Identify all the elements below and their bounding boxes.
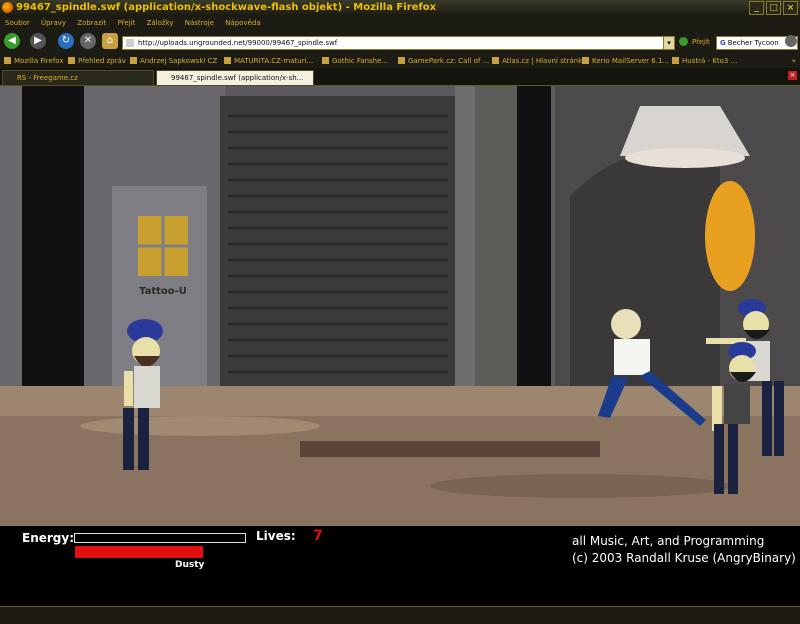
- garage-shutter: [220, 96, 455, 386]
- credits-line-2: (c) 2003 Randall Kruse (AngryBinary): [572, 551, 796, 565]
- energy-label: Energy:: [22, 531, 75, 545]
- dark-doorway: [22, 86, 84, 386]
- bookmark-item[interactable]: Kerio MailServer 6.1...: [582, 54, 669, 68]
- dark-doorway: [517, 86, 551, 386]
- menu-item-go[interactable]: Přejít: [118, 19, 136, 27]
- menu-item-help[interactable]: Nápověda: [225, 19, 260, 27]
- bookmark-icon: [4, 57, 11, 64]
- lives-count: 7: [313, 528, 323, 544]
- tab-freegame[interactable]: RS - Freegame.cz: [2, 70, 154, 86]
- search-value: Becher Tycoon: [727, 39, 779, 47]
- tab-spindle[interactable]: 99467_spindle.swf (application/x-sh...: [156, 70, 314, 86]
- bookmark-icon: [224, 57, 231, 64]
- enemy-health-bar: [75, 546, 203, 558]
- folder-icon: [68, 57, 75, 64]
- settings-gear-icon[interactable]: [785, 35, 797, 47]
- minimize-button[interactable]: _: [749, 1, 764, 15]
- flash-game-area[interactable]: Tattoo-U: [0, 86, 800, 526]
- page-icon: [126, 39, 134, 47]
- go-icon[interactable]: [679, 37, 688, 46]
- enemy-name: Dusty: [175, 560, 205, 570]
- toolbar-overflow-icon[interactable]: »: [792, 54, 796, 68]
- menu-item-view[interactable]: Zobrazit: [77, 19, 106, 27]
- tab-bar: RS - Freegame.cz 99467_spindle.swf (appl…: [0, 68, 800, 86]
- log: [300, 441, 600, 457]
- url-text: http://uploads.ungrounded.net/99000/9946…: [138, 39, 338, 47]
- window-titlebar: 99467_spindle.swf (application/x-shockwa…: [0, 0, 800, 16]
- glowing-window: [705, 181, 755, 291]
- bookmark-icon: [492, 57, 499, 64]
- bookmark-icon: [672, 57, 679, 64]
- google-icon: G: [720, 39, 726, 47]
- forward-icon[interactable]: ▶: [30, 33, 46, 49]
- energy-bar: [74, 533, 246, 543]
- menu-item-bookmarks[interactable]: Záložky: [147, 19, 174, 27]
- bookmark-item[interactable]: Přehled zpráv: [68, 54, 126, 68]
- status-bar: [0, 606, 800, 624]
- window-title: 99467_spindle.swf (application/x-shockwa…: [16, 2, 437, 13]
- url-bar[interactable]: http://uploads.ungrounded.net/99000/9946…: [122, 36, 664, 50]
- reload-icon[interactable]: ↻: [58, 33, 74, 49]
- bookmark-item[interactable]: GamePark.cz: Call of ...: [398, 54, 489, 68]
- bookmark-icon: [130, 57, 137, 64]
- game-scene: Tattoo-U: [0, 86, 800, 526]
- home-icon[interactable]: ⌂: [102, 33, 118, 49]
- bookmark-item[interactable]: Atlas.cz | Hlavní stránka: [492, 54, 586, 68]
- bookmark-item[interactable]: Andrzej Sapkowski CZ: [130, 54, 217, 68]
- bookmark-icon: [398, 57, 405, 64]
- back-icon[interactable]: ◀: [4, 33, 20, 49]
- tattoo-sign: Tattoo-U: [139, 286, 187, 297]
- url-dropdown-icon[interactable]: ▾: [663, 36, 675, 50]
- bookmark-item[interactable]: Mozilla Firefox: [4, 54, 64, 68]
- close-button[interactable]: ×: [783, 1, 798, 15]
- bookmarks-toolbar: Mozilla Firefox Přehled zpráv Andrzej Sa…: [0, 54, 800, 68]
- menu-item-file[interactable]: Soubor: [5, 19, 30, 27]
- stop-icon[interactable]: ✕: [80, 33, 96, 49]
- bookmark-icon: [322, 57, 329, 64]
- firefox-icon: [2, 2, 13, 13]
- menu-bar: Soubor Úpravy Zobrazit Přejít Záložky Ná…: [0, 16, 800, 30]
- maximize-button[interactable]: □: [766, 1, 781, 15]
- go-button[interactable]: Přejít: [692, 36, 710, 48]
- credits-line-1: all Music, Art, and Programming: [572, 534, 765, 548]
- bookmark-item[interactable]: MATURITA.CZ-maturi...: [224, 54, 313, 68]
- game-hud: Energy: Lives: 7 Dusty all Music, Art, a…: [0, 526, 800, 606]
- close-tab-icon[interactable]: ×: [788, 71, 797, 80]
- bookmark-item[interactable]: Hustrá - Kto3 ...: [672, 54, 737, 68]
- menu-item-edit[interactable]: Úpravy: [41, 19, 66, 27]
- lives-label: Lives:: [256, 529, 296, 543]
- bookmark-icon: [582, 57, 589, 64]
- bookmark-item[interactable]: Gothic Fanshe...: [322, 54, 388, 68]
- menu-item-tools[interactable]: Nástroje: [185, 19, 214, 27]
